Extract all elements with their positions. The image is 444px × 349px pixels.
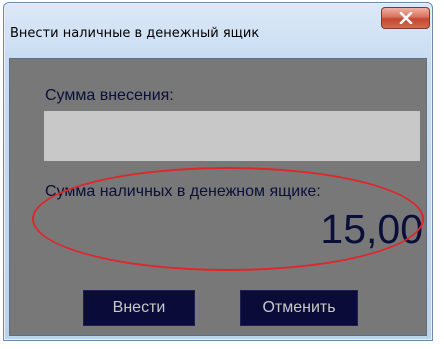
close-button[interactable]	[381, 7, 430, 29]
deposit-amount-input[interactable]	[44, 111, 420, 161]
dialog-window: Внести наличные в денежный ящик Сумма вн…	[3, 2, 433, 341]
window-title: Внести наличные в денежный ящик	[10, 26, 260, 41]
drawer-cash-label: Сумма наличных в денежном ящике:	[45, 183, 321, 200]
title-bar[interactable]: Внести наличные в денежный ящик	[4, 3, 432, 59]
deposit-amount-label: Сумма внесения:	[45, 87, 174, 104]
deposit-button[interactable]: Внести	[83, 290, 195, 326]
drawer-cash-value: 15,00	[320, 206, 423, 252]
cancel-button[interactable]: Отменить	[240, 290, 358, 326]
dialog-content: Сумма внесения: Сумма наличных в денежно…	[9, 58, 427, 336]
page: Внести наличные в денежный ящик Сумма вн…	[0, 0, 444, 349]
close-icon	[399, 12, 412, 24]
